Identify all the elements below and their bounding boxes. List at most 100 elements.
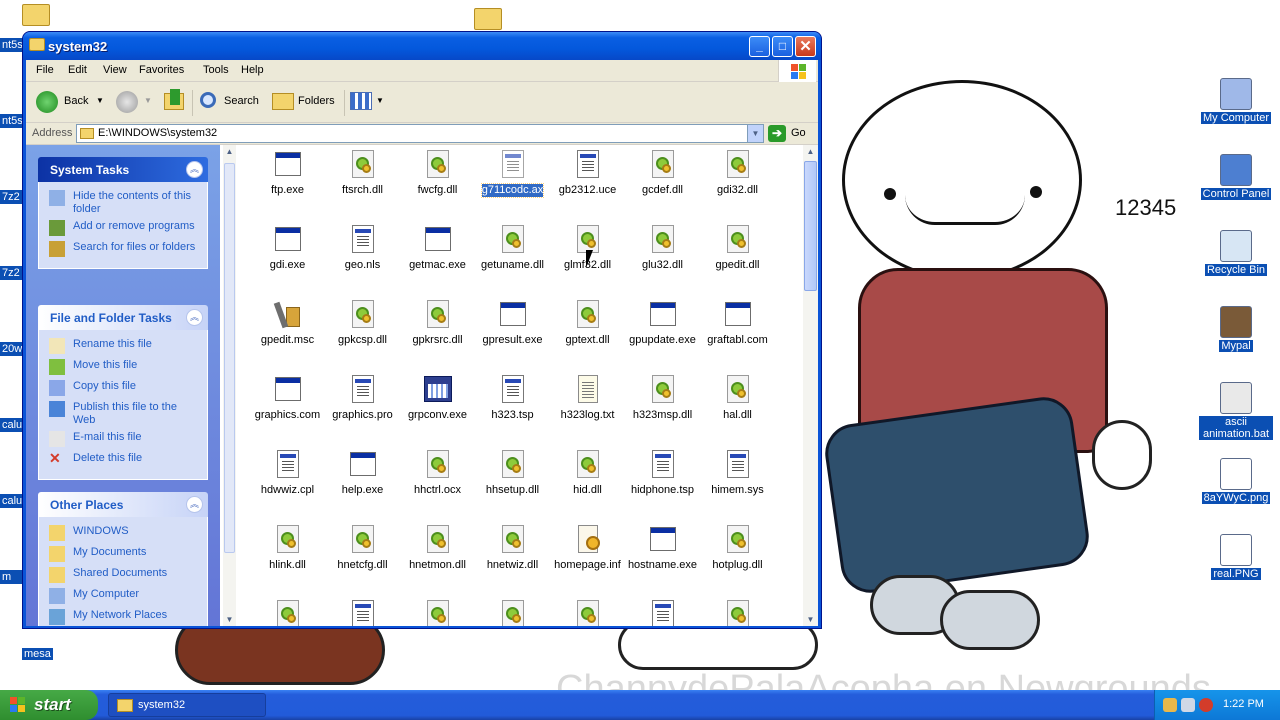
file-item[interactable]: hal.dll: [700, 374, 775, 422]
file-item[interactable]: fwcfg.dll: [400, 149, 475, 197]
file-item[interactable]: [250, 599, 325, 626]
file-item[interactable]: hnetcfg.dll: [325, 524, 400, 572]
network-icon[interactable]: [1163, 698, 1177, 712]
file-item[interactable]: hhctrl.ocx: [400, 449, 475, 497]
explorer-window[interactable]: system32 _ □ ✕ File Edit View Favorites Tool…: [22, 31, 822, 629]
desktop-icon-label[interactable]: m: [0, 570, 24, 584]
file-item[interactable]: graphics.pro: [325, 374, 400, 422]
collapse-icon[interactable]: ︽: [186, 496, 203, 513]
file-item[interactable]: ftp.exe: [250, 149, 325, 197]
file-item[interactable]: graftabl.com: [700, 299, 775, 347]
file-folder-tasks-header[interactable]: File and Folder Tasks ︽: [38, 305, 208, 330]
file-item[interactable]: [475, 599, 550, 626]
views-button[interactable]: ▼: [350, 89, 386, 115]
file-item[interactable]: gb2312.uce: [550, 149, 625, 197]
menu-help[interactable]: Help: [241, 64, 264, 76]
file-item[interactable]: gpkrsrc.dll: [400, 299, 475, 347]
file-item[interactable]: hotplug.dll: [700, 524, 775, 572]
file-item[interactable]: hnetwiz.dll: [475, 524, 550, 572]
collapse-icon[interactable]: ︽: [186, 161, 203, 178]
file-item[interactable]: homepage.inf: [550, 524, 625, 572]
file-item[interactable]: [550, 599, 625, 626]
file-item[interactable]: hid.dll: [550, 449, 625, 497]
maximize-button[interactable]: □: [772, 36, 793, 57]
file-item[interactable]: getmac.exe: [400, 224, 475, 272]
desktop-icon-label[interactable]: 7z2: [0, 190, 24, 204]
file-item[interactable]: h323msp.dll: [625, 374, 700, 422]
publish-to-web-link[interactable]: Publish this file to the Web: [49, 401, 199, 427]
desktop-icon-my-computer[interactable]: My Computer: [1199, 78, 1273, 124]
system-tasks-header[interactable]: System Tasks ︽: [38, 157, 208, 182]
menu-file[interactable]: File: [36, 64, 54, 76]
rename-file-link[interactable]: Rename this file: [49, 338, 199, 355]
file-item[interactable]: gpresult.exe: [475, 299, 550, 347]
menu-view[interactable]: View: [103, 64, 127, 76]
file-item[interactable]: glu32.dll: [625, 224, 700, 272]
file-item[interactable]: [400, 599, 475, 626]
desktop-icon-label[interactable]: calu: [0, 418, 24, 432]
desktop-icon-label[interactable]: nt5s: [0, 114, 24, 128]
scroll-up-icon[interactable]: ▲: [804, 145, 817, 158]
menu-tools[interactable]: Tools: [203, 64, 229, 76]
file-item[interactable]: himem.sys: [700, 449, 775, 497]
scrollbar-thumb[interactable]: [804, 161, 817, 291]
desktop-icon-mypal[interactable]: Mypal: [1199, 306, 1273, 352]
file-item[interactable]: [625, 599, 700, 626]
desktop-icon-label[interactable]: 20w: [0, 342, 24, 356]
desktop-folder-icon[interactable]: [474, 8, 502, 30]
task-pane-scrollbar[interactable]: ▲ ▼: [223, 145, 236, 626]
forward-button[interactable]: ▼: [114, 89, 154, 115]
file-item[interactable]: gpkcsp.dll: [325, 299, 400, 347]
file-item[interactable]: gptext.dll: [550, 299, 625, 347]
scrollbar-thumb[interactable]: [224, 163, 235, 553]
scroll-down-icon[interactable]: ▼: [223, 613, 236, 626]
address-input[interactable]: E:\WINDOWS\system32 ▼: [76, 124, 764, 143]
menu-favorites[interactable]: Favorites: [139, 64, 184, 76]
file-list-scrollbar[interactable]: ▲ ▼: [803, 145, 818, 626]
back-button[interactable]: Back ▼: [34, 89, 104, 115]
volume-icon[interactable]: [1181, 698, 1195, 712]
file-item[interactable]: gcdef.dll: [625, 149, 700, 197]
email-file-link[interactable]: E-mail this file: [49, 431, 199, 448]
scroll-down-icon[interactable]: ▼: [804, 613, 817, 626]
desktop-icon-ascii-animation-bat[interactable]: ascii animation.bat: [1199, 382, 1273, 440]
file-item[interactable]: hnetmon.dll: [400, 524, 475, 572]
delete-file-link[interactable]: ✕ Delete this file: [49, 451, 199, 469]
hide-folder-contents-link[interactable]: Hide the contents of this folder: [49, 190, 199, 216]
file-item[interactable]: gdi32.dll: [700, 149, 775, 197]
up-folder-button[interactable]: [162, 89, 188, 115]
other-places-header[interactable]: Other Places ︽: [38, 492, 208, 517]
desktop-icon-recycle-bin[interactable]: Recycle Bin: [1199, 230, 1273, 276]
file-item[interactable]: hlink.dll: [250, 524, 325, 572]
file-item[interactable]: hostname.exe: [625, 524, 700, 572]
menu-edit[interactable]: Edit: [68, 64, 87, 76]
file-item[interactable]: hidphone.tsp: [625, 449, 700, 497]
place-windows-link[interactable]: WINDOWS: [49, 525, 199, 542]
file-item[interactable]: gpedit.msc: [250, 299, 325, 347]
minimize-button[interactable]: _: [749, 36, 770, 57]
start-button[interactable]: start: [0, 690, 98, 720]
file-item[interactable]: help.exe: [325, 449, 400, 497]
place-my-documents-link[interactable]: My Documents: [49, 546, 199, 563]
file-item[interactable]: hdwwiz.cpl: [250, 449, 325, 497]
desktop-folder-icon[interactable]: [22, 4, 50, 26]
security-shield-icon[interactable]: [1199, 698, 1213, 712]
place-network-places-link[interactable]: My Network Places: [49, 609, 199, 626]
taskbar-button-system32[interactable]: system32: [108, 693, 266, 717]
file-item[interactable]: getuname.dll: [475, 224, 550, 272]
desktop-icon-8aywyc-png[interactable]: 8aYWyC.png: [1199, 458, 1273, 504]
file-item[interactable]: graphics.com: [250, 374, 325, 422]
place-shared-documents-link[interactable]: Shared Documents: [49, 567, 199, 584]
add-remove-programs-link[interactable]: Add or remove programs: [49, 220, 199, 237]
place-my-computer-link[interactable]: My Computer: [49, 588, 199, 605]
desktop-icon-real-png[interactable]: real.PNG: [1199, 534, 1273, 580]
desktop-icon-label[interactable]: calu: [0, 494, 24, 508]
search-files-link[interactable]: Search for files or folders: [49, 241, 199, 258]
title-bar[interactable]: system32 _ □ ✕: [23, 32, 821, 60]
file-item[interactable]: hhsetup.dll: [475, 449, 550, 497]
file-item[interactable]: h323.tsp: [475, 374, 550, 422]
search-button[interactable]: Search: [198, 89, 264, 115]
file-item[interactable]: gdi.exe: [250, 224, 325, 272]
move-file-link[interactable]: Move this file: [49, 359, 199, 376]
file-item[interactable]: [325, 599, 400, 626]
